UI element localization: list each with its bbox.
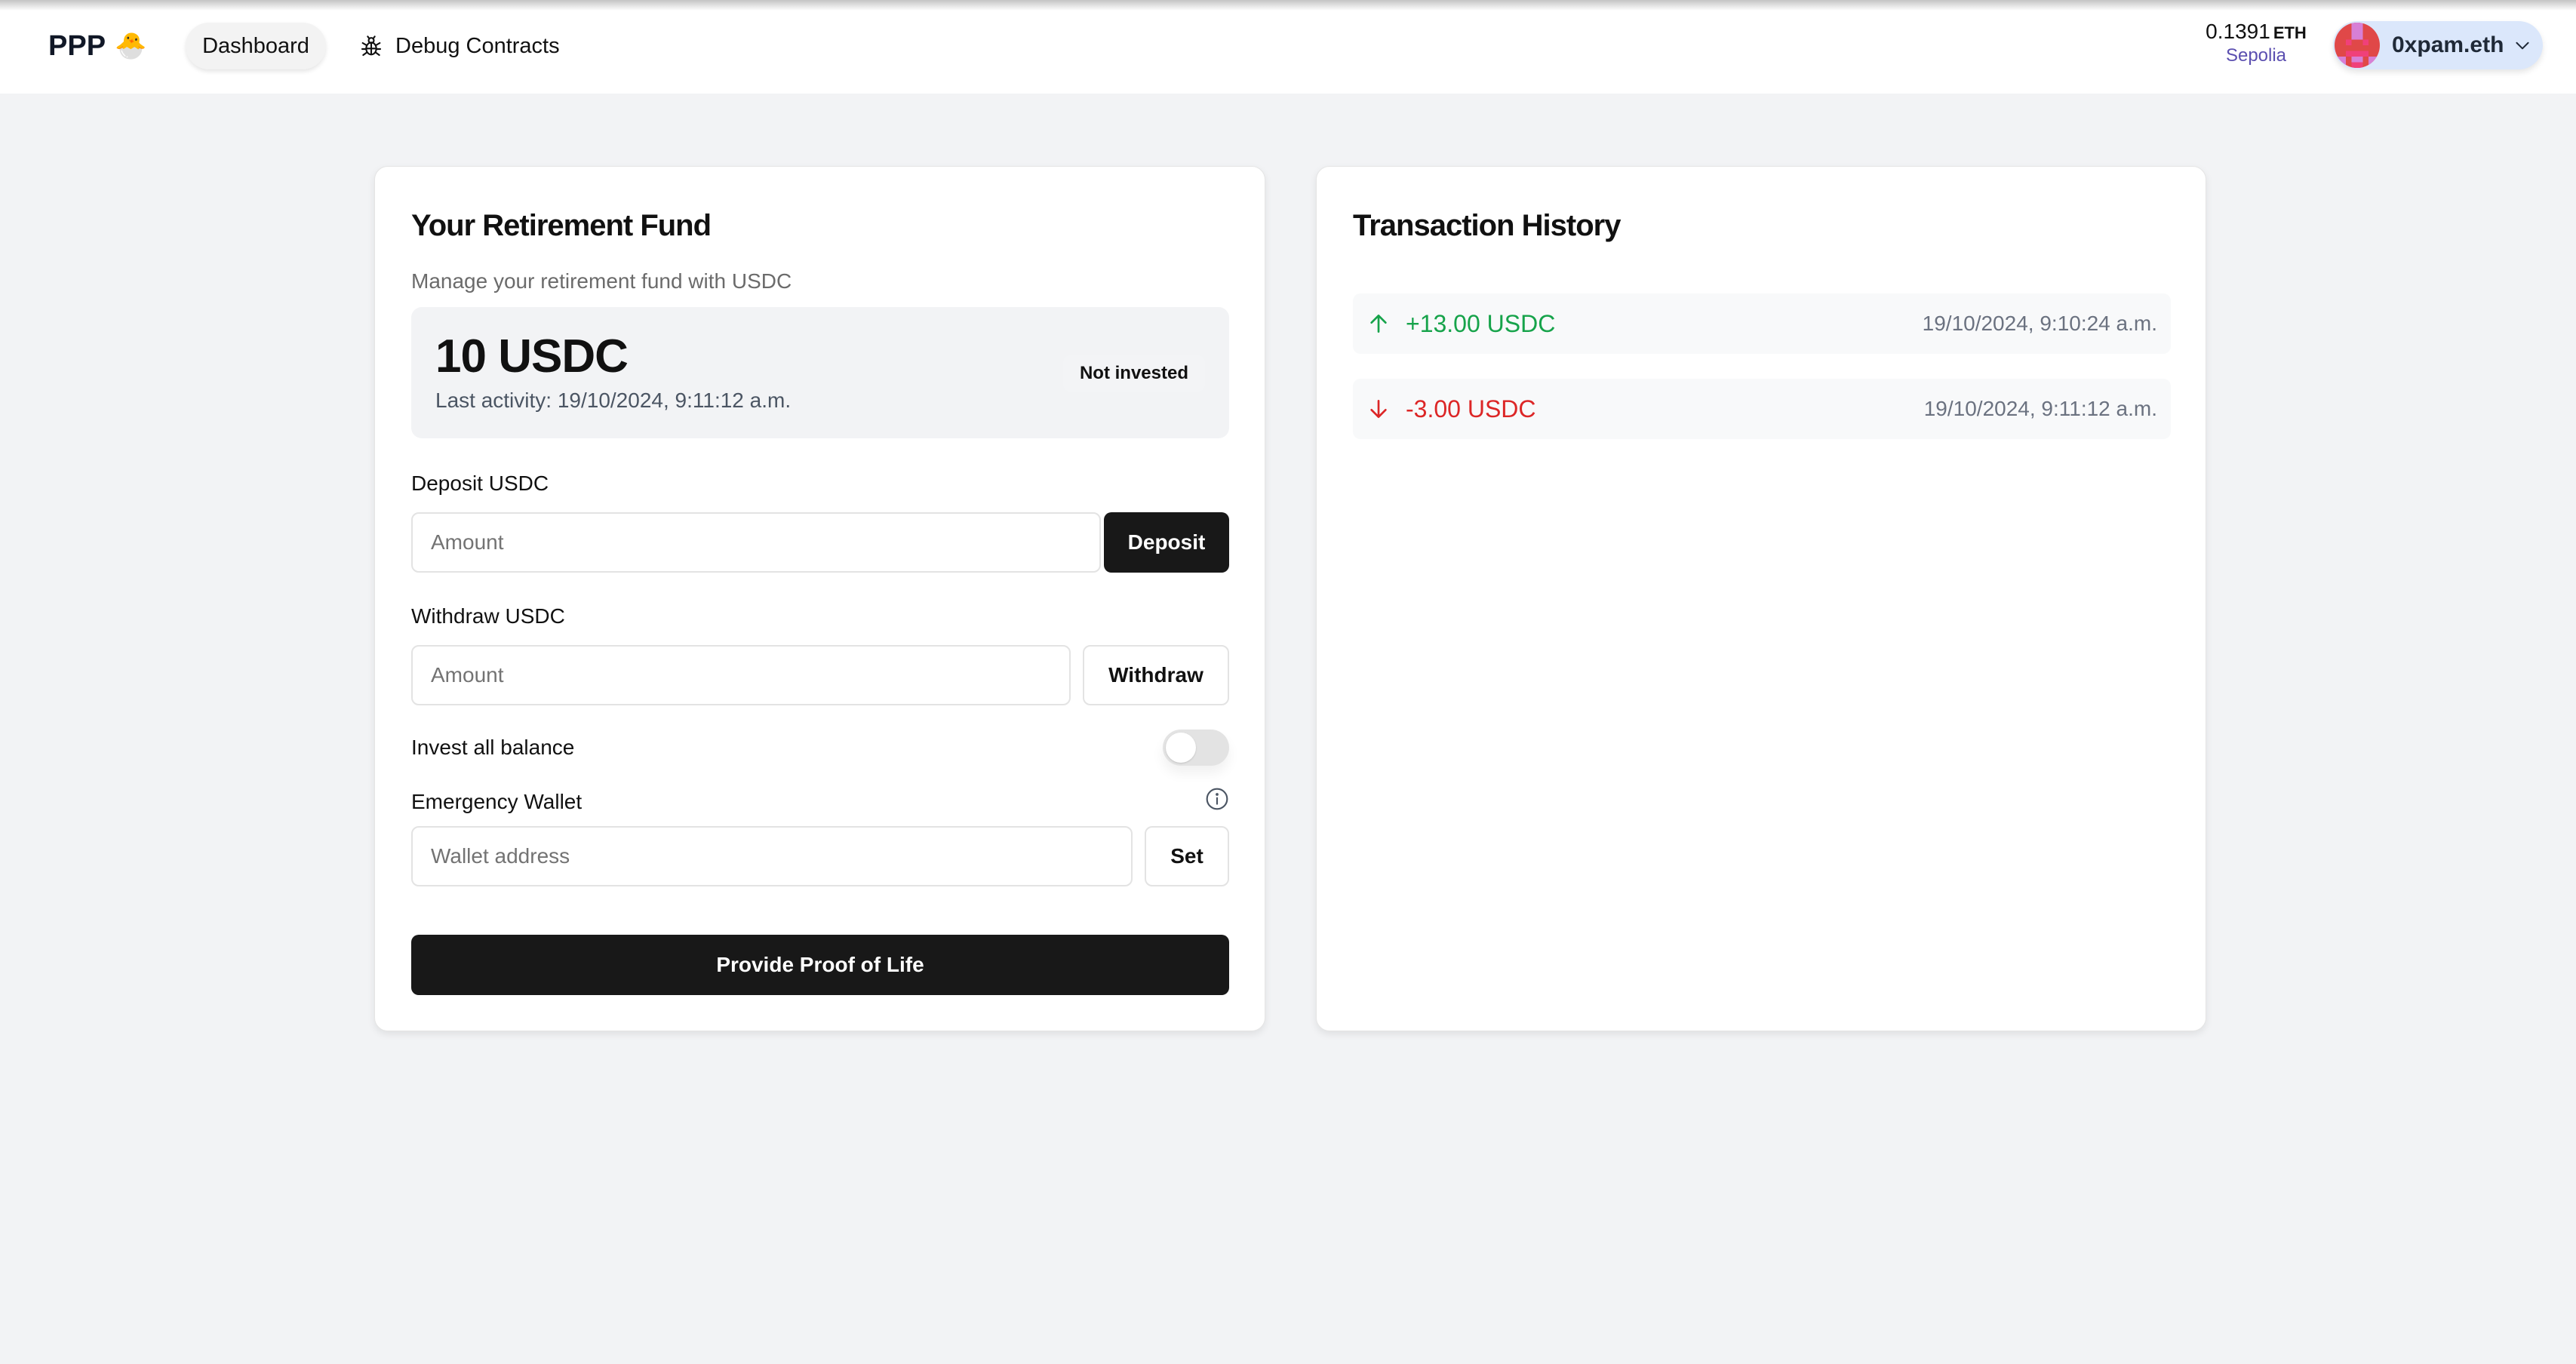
fund-title: Your Retirement Fund <box>411 209 712 242</box>
nav-dashboard[interactable]: Dashboard <box>186 23 326 69</box>
info-icon[interactable] <box>1205 787 1229 811</box>
nav-debug-label: Debug Contracts <box>395 33 560 58</box>
transaction-history-card: Transaction History +13.00 USDC 19/10/20… <box>1316 166 2206 1031</box>
hatching-chick-icon: 🐣 <box>115 32 147 60</box>
status-badge: Not invested <box>1062 355 1205 392</box>
avatar <box>2335 23 2380 68</box>
app-logo[interactable]: PPP 🐣 <box>48 29 146 63</box>
transaction-amount: +13.00 USDC <box>1406 309 1556 337</box>
top-navbar: PPP 🐣 Dashboard Debug Contracts 0.1391 ET… <box>0 0 2576 94</box>
last-activity: Last activity: 19/10/2024, 9:11:12 a.m. <box>435 389 792 412</box>
eth-amount: 0.1391 <box>2206 20 2270 43</box>
nav-debug-contracts[interactable]: Debug Contracts <box>343 23 576 69</box>
deposit-button[interactable]: Deposit <box>1104 512 1229 573</box>
emergency-wallet-input[interactable] <box>411 826 1133 886</box>
fund-subtitle: Manage your retirement fund with USDC <box>411 269 792 293</box>
wallet-name: 0xpam.eth <box>2392 32 2504 57</box>
chevron-down-icon <box>2516 41 2529 50</box>
transaction-row: -3.00 USDC 19/10/2024, 9:11:12 a.m. <box>1353 379 2171 439</box>
toggle-knob <box>1166 733 1196 763</box>
invest-all-label: Invest all balance <box>411 736 575 759</box>
balance-summary: 10 USDC Last activity: 19/10/2024, 9:11:… <box>411 307 1229 438</box>
transaction-date: 19/10/2024, 9:10:24 a.m. <box>1922 312 2157 335</box>
withdraw-amount-input[interactable] <box>411 645 1071 705</box>
proof-of-life-button[interactable]: Provide Proof of Life <box>411 935 1229 995</box>
bug-icon <box>361 35 382 57</box>
withdraw-button[interactable]: Withdraw <box>1083 645 1229 705</box>
emergency-wallet-label: Emergency Wallet <box>411 790 583 813</box>
retirement-fund-card: Your Retirement Fund Manage your retirem… <box>374 166 1265 1031</box>
set-wallet-button[interactable]: Set <box>1145 826 1229 886</box>
transaction-date: 19/10/2024, 9:11:12 a.m. <box>1923 397 2157 420</box>
network-name: Sepolia <box>2225 45 2287 66</box>
fund-balance: 10 USDC <box>435 330 629 382</box>
top-shadow <box>0 0 2576 11</box>
history-title: Transaction History <box>1353 209 1621 242</box>
nav-dashboard-label: Dashboard <box>202 33 309 58</box>
logo-text: PPP <box>48 29 106 62</box>
arrow-down-icon <box>1370 400 1387 418</box>
transaction-row: +13.00 USDC 19/10/2024, 9:10:24 a.m. <box>1353 293 2171 354</box>
arrow-up-icon <box>1370 315 1387 333</box>
deposit-amount-input[interactable] <box>411 512 1101 573</box>
withdraw-label: Withdraw USDC <box>411 604 565 628</box>
invest-all-toggle[interactable] <box>1163 730 1229 766</box>
eth-balance: 0.1391 ETH Sepolia <box>2188 20 2324 66</box>
transaction-amount: -3.00 USDC <box>1406 395 1536 422</box>
eth-unit: ETH <box>2273 23 2307 42</box>
wallet-account-button[interactable]: 0xpam.eth <box>2333 21 2543 69</box>
deposit-label: Deposit USDC <box>411 472 549 495</box>
